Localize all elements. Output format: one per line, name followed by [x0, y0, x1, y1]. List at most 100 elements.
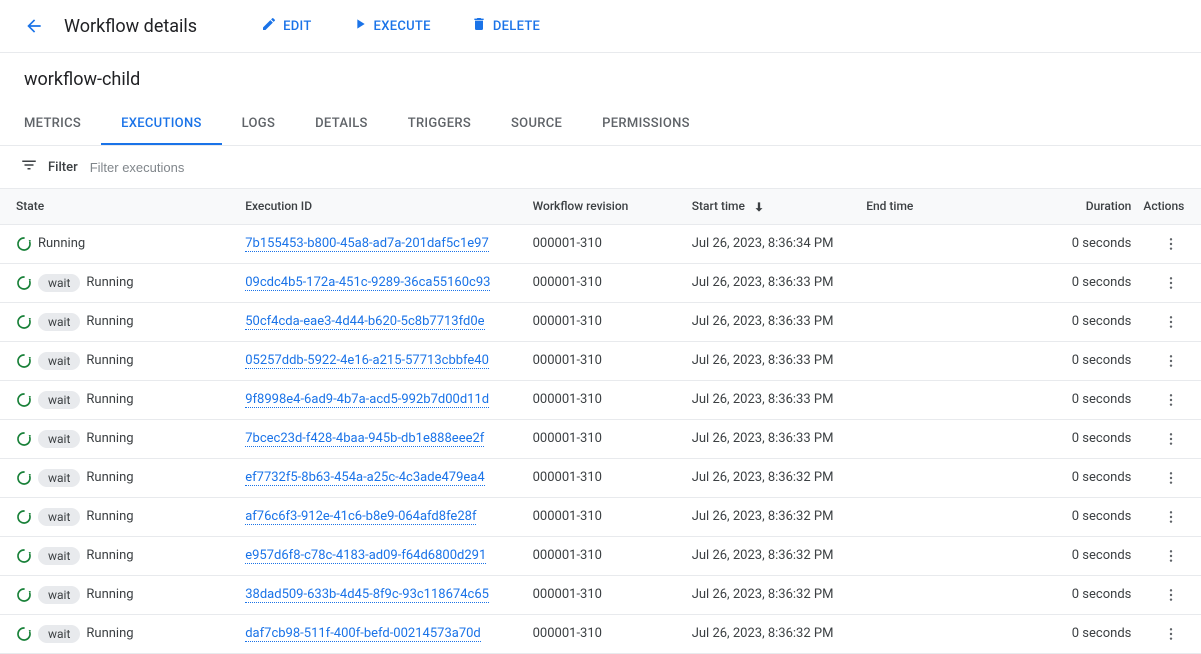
state-text: Running [86, 548, 133, 563]
tab-executions[interactable]: Executions [101, 104, 222, 145]
col-header-actions: Actions [1139, 189, 1201, 224]
row-actions-menu[interactable] [1159, 622, 1183, 646]
state-text: Running [86, 431, 133, 446]
row-actions-menu[interactable] [1159, 544, 1183, 568]
duration-cell: 0 seconds [1037, 419, 1140, 458]
col-header-duration[interactable]: Duration [1037, 189, 1140, 224]
filter-bar: Filter [0, 146, 1201, 189]
wait-chip: wait [38, 469, 80, 487]
table-row: wait Running e957d6f8-c78c-4183-ad09-f64d6… [0, 536, 1201, 575]
row-actions-menu[interactable] [1159, 388, 1183, 412]
col-header-start[interactable]: Start time [688, 189, 863, 224]
end-time-cell [862, 380, 1037, 419]
duration-cell: 0 seconds [1037, 341, 1140, 380]
table-row: waitRunning7bcec23d-f428-4baa-945b-db1e8… [0, 419, 1201, 458]
state-text: Running [86, 392, 133, 407]
revision-cell: 000001-310 [529, 380, 688, 419]
duration-cell: 0 seconds [1037, 380, 1140, 419]
filter-icon [20, 156, 38, 178]
duration-cell: 0 seconds [1037, 497, 1140, 536]
row-actions-menu[interactable] [1159, 466, 1183, 490]
execution-id-link[interactable]: 7bcec23d-f428-4baa-945b-db1e888eee2f [245, 431, 484, 447]
state-text: Running [38, 236, 85, 251]
start-time-cell: Jul 26, 2023, 8:36:32 PM [688, 536, 863, 575]
play-icon [352, 16, 368, 36]
col-header-revision[interactable]: Workflow revision [529, 189, 688, 224]
state-text: Running [86, 353, 133, 368]
revision-cell: 000001-310 [529, 575, 688, 614]
end-time-cell [862, 263, 1037, 302]
running-icon [16, 548, 32, 564]
filter-input[interactable] [88, 159, 1181, 176]
row-actions-menu[interactable] [1159, 310, 1183, 334]
row-actions-menu[interactable] [1159, 583, 1183, 607]
wait-chip: wait [38, 274, 80, 292]
execution-id-link[interactable]: daf7cb98-511f-400f-befd-00214573a70d [245, 626, 481, 642]
start-time-cell: Jul 26, 2023, 8:36:33 PM [688, 263, 863, 302]
col-header-start-label: Start time [692, 199, 745, 213]
start-time-cell: Jul 26, 2023, 8:36:33 PM [688, 341, 863, 380]
revision-cell: 000001-310 [529, 458, 688, 497]
edit-label: Edit [283, 19, 311, 34]
row-actions-menu[interactable] [1159, 505, 1183, 529]
tab-permissions[interactable]: Permissions [582, 104, 710, 145]
end-time-cell [862, 302, 1037, 341]
row-actions-menu[interactable] [1159, 427, 1183, 451]
wait-chip: wait [38, 586, 80, 604]
col-header-execution-id[interactable]: Execution ID [241, 189, 528, 224]
duration-cell: 0 seconds [1037, 575, 1140, 614]
running-icon [16, 392, 32, 408]
col-header-state[interactable]: State [0, 189, 241, 224]
table-header-row: State Execution ID Workflow revision Sta… [0, 189, 1201, 224]
revision-cell: 000001-310 [529, 614, 688, 653]
execution-id-link[interactable]: e957d6f8-c78c-4183-ad09-f64d6800d291 [245, 548, 486, 564]
back-arrow-icon[interactable] [20, 12, 48, 40]
pencil-icon [261, 16, 277, 36]
execution-id-link[interactable]: 7b155453-b800-45a8-ad7a-201daf5c1e97 [245, 236, 489, 252]
state-text: Running [86, 587, 133, 602]
execute-button[interactable]: Execute [336, 10, 447, 42]
start-time-cell: Jul 26, 2023, 8:36:32 PM [688, 458, 863, 497]
tab-metrics[interactable]: Metrics [4, 104, 101, 145]
trash-icon [471, 16, 487, 36]
execution-id-link[interactable]: 09cdc4b5-172a-451c-9289-36ca55160c93 [245, 275, 490, 291]
page-title: Workflow details [64, 16, 197, 37]
tab-logs[interactable]: Logs [222, 104, 296, 145]
col-header-end[interactable]: End time [862, 189, 1037, 224]
execution-id-link[interactable]: 9f8998e4-6ad9-4b7a-acd5-992b7d00d11d [245, 392, 489, 408]
execution-id-link[interactable]: ef7732f5-8b63-454a-a25c-4c3ade479ea4 [245, 470, 484, 486]
wait-chip: wait [38, 547, 80, 565]
tab-bar: Metrics Executions Logs Details Triggers… [0, 104, 1201, 146]
duration-cell: 0 seconds [1037, 536, 1140, 575]
running-icon [16, 509, 32, 525]
tab-triggers[interactable]: Triggers [388, 104, 491, 145]
running-icon [16, 587, 32, 603]
table-row: waitRunning05257ddb-5922-4e16-a215-57713… [0, 341, 1201, 380]
workflow-name: workflow-child [0, 53, 1201, 104]
execution-id-link[interactable]: af76c6f3-912e-41c6-b8e9-064afd8fe28f [245, 509, 476, 525]
state-text: Running [86, 626, 133, 641]
row-actions-menu[interactable] [1159, 349, 1183, 373]
row-actions-menu[interactable] [1159, 232, 1183, 256]
table-row: Running 7b155453-b800-45a8-ad7a-201daf5c1… [0, 224, 1201, 263]
execution-id-link[interactable]: 50cf4cda-eae3-4d44-b620-5c8b7713fd0e [245, 314, 484, 330]
duration-cell: 0 seconds [1037, 224, 1140, 263]
execution-id-link[interactable]: 38dad509-633b-4d45-8f9c-93c118674c65 [245, 587, 489, 603]
revision-cell: 000001-310 [529, 497, 688, 536]
running-icon [16, 626, 32, 642]
end-time-cell [862, 536, 1037, 575]
start-time-cell: Jul 26, 2023, 8:36:33 PM [688, 302, 863, 341]
execute-label: Execute [374, 19, 431, 34]
running-icon [16, 314, 32, 330]
delete-button[interactable]: Delete [455, 10, 556, 42]
edit-button[interactable]: Edit [245, 10, 327, 42]
revision-cell: 000001-310 [529, 224, 688, 263]
start-time-cell: Jul 26, 2023, 8:36:33 PM [688, 380, 863, 419]
state-text: Running [86, 470, 133, 485]
row-actions-menu[interactable] [1159, 271, 1183, 295]
running-icon [16, 470, 32, 486]
tab-details[interactable]: Details [295, 104, 388, 145]
running-icon [16, 236, 32, 252]
tab-source[interactable]: Source [491, 104, 582, 145]
execution-id-link[interactable]: 05257ddb-5922-4e16-a215-57713cbbfe40 [245, 353, 489, 369]
